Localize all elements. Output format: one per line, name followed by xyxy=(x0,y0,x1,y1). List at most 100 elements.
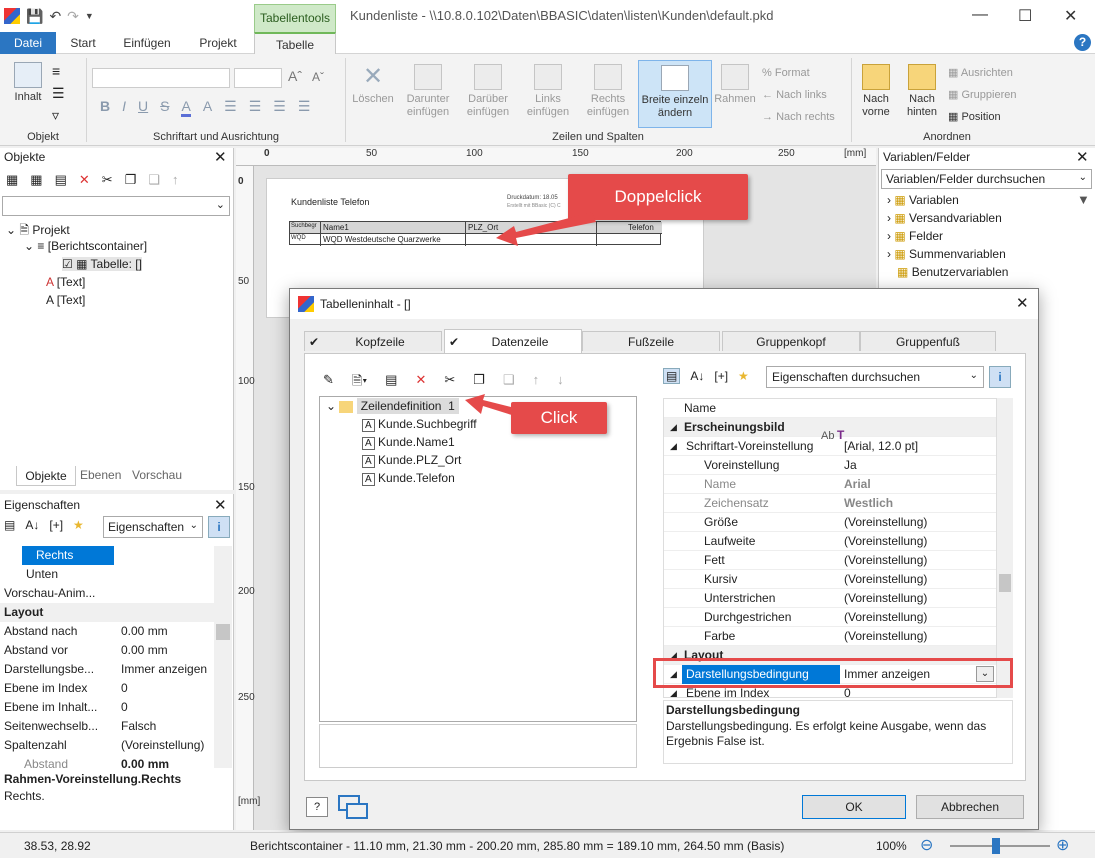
dialog-property-row[interactable]: Durchgestrichen (Voreinstellung) xyxy=(664,608,996,627)
tree-item-zeilendefinition[interactable]: ⌄ Zeilendefinition 1 xyxy=(326,398,459,414)
dialog-property-row[interactable]: Kursiv (Voreinstellung) xyxy=(664,570,996,589)
paste-icon[interactable]: ❑ xyxy=(503,372,515,394)
move-down-icon[interactable]: ↓ xyxy=(557,372,564,394)
nach-vorne-button[interactable]: Nach vorne xyxy=(856,64,896,119)
italic-button[interactable]: I xyxy=(122,98,126,117)
undo-icon[interactable]: ↶ xyxy=(49,8,61,25)
move-up-icon[interactable]: ↑ xyxy=(533,372,540,394)
tree-item-berichtscontainer[interactable]: ⌄ ≡ [Berichtscontainer] xyxy=(24,239,147,253)
zoom-slider-thumb[interactable] xyxy=(992,838,1000,854)
help-icon[interactable]: ? xyxy=(1074,34,1091,51)
shrink-font-icon[interactable]: Aˇ xyxy=(312,70,324,84)
expand-icon[interactable]: [+] xyxy=(714,369,728,383)
new-row-icon[interactable]: 🗎▾ xyxy=(352,372,367,394)
tab-einfuegen[interactable]: Einfügen xyxy=(116,32,178,54)
grow-font-icon[interactable]: Aˆ xyxy=(288,68,302,84)
delete-icon[interactable]: ✕ xyxy=(79,172,90,188)
move-up-icon[interactable]: ↑ xyxy=(172,172,179,188)
tree-item-versandvariablen[interactable]: › ▦ Versandvariablen xyxy=(887,211,1002,225)
favorite-star-icon[interactable]: ★ xyxy=(738,369,749,383)
favorite-star-icon[interactable]: ★ xyxy=(73,518,84,532)
font-picker-icon[interactable]: T xyxy=(837,428,844,442)
collapse-arrow-icon[interactable]: ◢ xyxy=(670,418,677,437)
zoom-slider[interactable] xyxy=(950,845,1050,847)
windows-icon[interactable] xyxy=(338,795,368,819)
darueber-einfuegen-button[interactable]: Darüber einfügen xyxy=(460,64,516,119)
dialog-property-row[interactable]: Farbe (Voreinstellung) xyxy=(664,627,996,646)
nach-rechts-button[interactable]: → Nach rechts xyxy=(762,106,835,128)
dialog-property-row[interactable]: Voreinstellung Ja xyxy=(664,456,996,475)
cut-icon[interactable]: ✂ xyxy=(444,372,455,394)
tab-start[interactable]: Start xyxy=(60,32,106,54)
copy-icon[interactable]: ❐ xyxy=(473,372,485,394)
dtab-fusszeile[interactable]: Fußzeile xyxy=(582,331,720,351)
new-object-icon[interactable]: ▦ xyxy=(6,172,18,188)
scrollbar[interactable] xyxy=(214,546,232,768)
dialog-close-icon[interactable]: ✕ xyxy=(1016,294,1029,312)
save-icon[interactable]: 💾 xyxy=(26,8,43,25)
inhalt-button[interactable]: Inhalt xyxy=(8,62,48,104)
eigenschaften-search[interactable]: Eigenschaften ⌄ xyxy=(103,516,203,538)
font-name-combo[interactable] xyxy=(92,68,230,88)
property-row[interactable]: Unten xyxy=(0,565,214,584)
sort-az-icon[interactable]: A↓ xyxy=(690,369,704,383)
tree-item-field[interactable]: A Kunde.Suchbegriff xyxy=(362,417,477,432)
property-row[interactable]: Rechts xyxy=(0,546,214,565)
tab-vorschau[interactable]: Vorschau xyxy=(132,468,182,482)
close-icon[interactable]: ✕ xyxy=(1076,148,1089,166)
align-left-icon[interactable]: ☰ xyxy=(224,98,237,117)
property-row[interactable]: Darstellungsbe... Immer anzeigen xyxy=(0,660,214,679)
dialog-property-row[interactable]: Fett (Voreinstellung) xyxy=(664,551,996,570)
dtab-gruppenkopf[interactable]: Gruppenkopf xyxy=(722,331,860,351)
nach-links-button[interactable]: ← Nach links xyxy=(762,84,835,106)
close-icon[interactable]: ✕ xyxy=(214,496,227,514)
tree-item-variablen[interactable]: › ▦ Variablen xyxy=(887,193,959,207)
property-row[interactable]: Ebene im Index 0 xyxy=(0,679,214,698)
redo-icon[interactable]: ↷ xyxy=(67,8,79,25)
report-table[interactable]: Suchbegr Name1 PLZ_Ort Telefon WQD WQD W… xyxy=(289,221,662,246)
tab-ebenen[interactable]: Ebenen xyxy=(80,468,121,482)
font-color-button[interactable]: A xyxy=(181,98,191,117)
zoom-out-icon[interactable]: ⊖ xyxy=(920,835,933,855)
property-row[interactable]: Layout xyxy=(0,603,214,622)
dtab-gruppenfuss[interactable]: Gruppenfuß xyxy=(860,331,996,351)
new-object2-icon[interactable]: ▦ xyxy=(30,172,42,188)
dtab-datenzeile[interactable]: ✔ Datenzeile xyxy=(444,329,582,353)
dialog-property-row[interactable]: Name xyxy=(664,399,996,418)
minimize-icon[interactable]: — xyxy=(972,6,988,24)
darunter-einfuegen-button[interactable]: Darunter einfügen xyxy=(400,64,456,119)
info-icon[interactable]: i xyxy=(989,366,1011,388)
text-style-button[interactable]: A xyxy=(203,98,212,117)
property-row[interactable]: Vorschau-Anim... xyxy=(0,584,214,603)
tree-item-field[interactable]: A Kunde.Name1 xyxy=(362,435,455,450)
loeschen-button[interactable]: ✕ Löschen xyxy=(350,64,396,106)
rahmen-button[interactable]: Rahmen xyxy=(714,64,756,106)
filter-icon[interactable]: ▼ xyxy=(1077,192,1090,207)
property-row[interactable]: Spaltenzahl (Voreinstellung) xyxy=(0,736,214,755)
dtab-kopfzeile[interactable]: ✔ Kopfzeile xyxy=(304,331,442,351)
gruppieren-button[interactable]: ▦ Gruppieren xyxy=(948,84,1017,106)
tree-item-summenvariablen[interactable]: › ▦ Summenvariablen xyxy=(887,247,1006,261)
tree-item-text1[interactable]: A [Text] xyxy=(46,275,85,289)
property-row[interactable]: Seitenwechselb... Falsch xyxy=(0,717,214,736)
justify-icon[interactable]: ☰ xyxy=(298,98,311,117)
ausrichten-button[interactable]: ▦ Ausrichten xyxy=(948,62,1017,84)
cancel-button[interactable]: Abbrechen xyxy=(916,795,1024,819)
tab-objekte[interactable]: Objekte xyxy=(16,466,76,486)
paste-icon[interactable]: ❑ xyxy=(148,172,160,188)
format-button[interactable]: % Format xyxy=(762,62,835,84)
dialog-property-row[interactable]: Größe (Voreinstellung) xyxy=(664,513,996,532)
delete-icon[interactable]: ✕ xyxy=(415,372,426,394)
variablen-search[interactable]: Variablen/Felder durchsuchen ⌄ xyxy=(881,169,1092,189)
zoom-in-icon[interactable]: ⊕ xyxy=(1056,835,1069,855)
property-row[interactable]: Abstand 0.00 mm xyxy=(0,755,214,768)
nach-hinten-button[interactable]: Nach hinten xyxy=(900,64,944,119)
dialog-prop-search[interactable]: Eigenschaften durchsuchen ⌄ xyxy=(766,366,984,388)
copy-icon[interactable]: ❐ xyxy=(125,172,137,188)
cut-icon[interactable]: ✂ xyxy=(102,172,113,188)
properties-icon[interactable]: ▤ xyxy=(385,372,397,394)
bold-button[interactable]: B xyxy=(100,98,110,117)
property-row[interactable]: Abstand vor 0.00 mm xyxy=(0,641,214,660)
strikethrough-button[interactable]: S xyxy=(160,98,169,117)
ok-button[interactable]: OK xyxy=(802,795,906,819)
